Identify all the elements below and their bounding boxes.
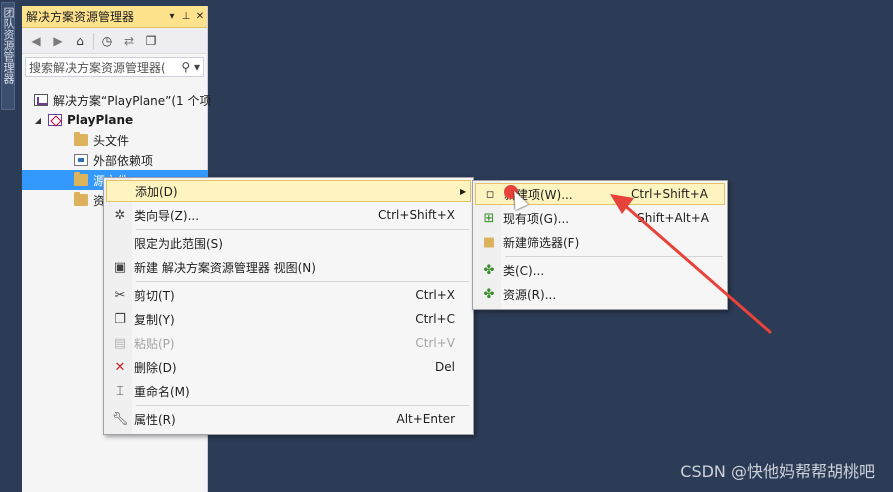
watermark: CSDN @快他妈帮帮胡桃吧 (680, 462, 875, 481)
annotation-arrow (610, 194, 772, 334)
